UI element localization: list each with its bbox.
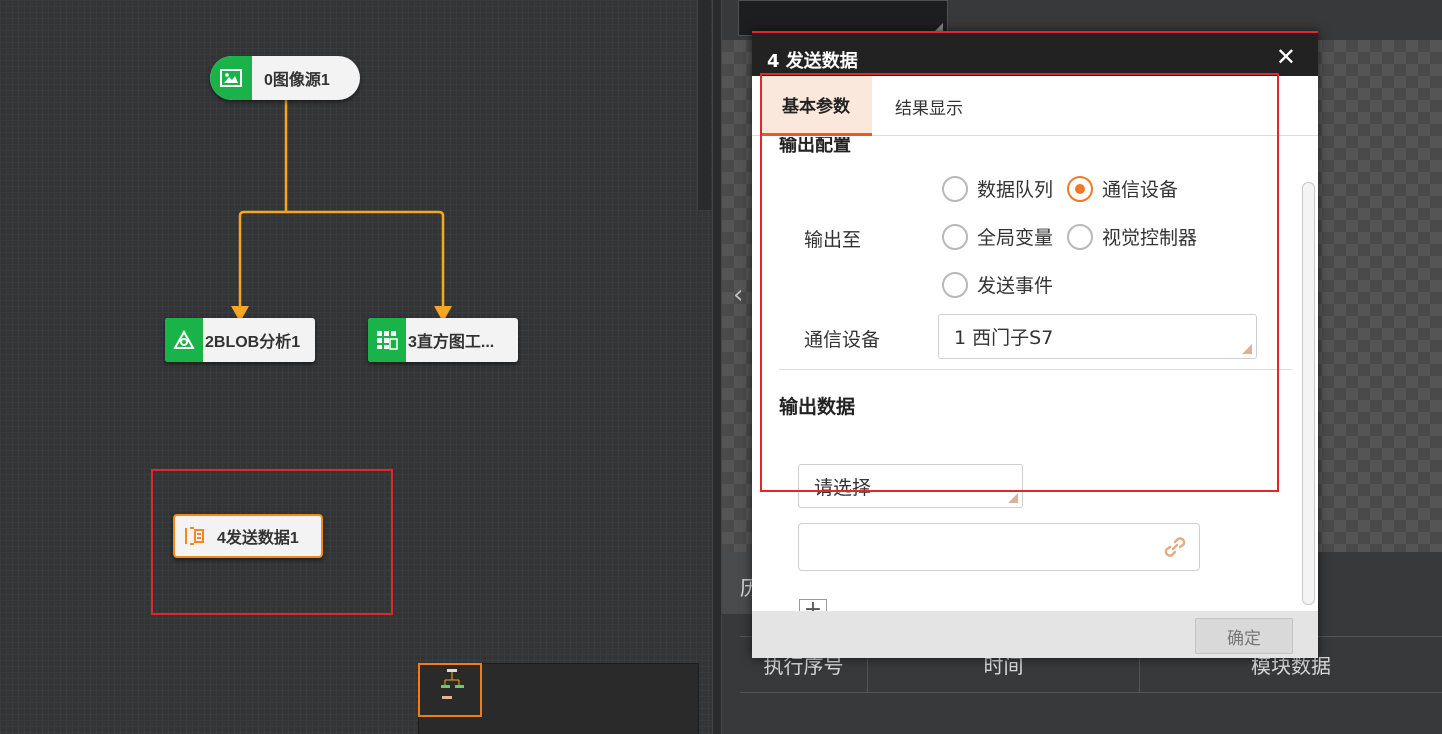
connector-lines [231,100,452,322]
canvas-scrollbar[interactable] [697,0,711,210]
node-blob-analysis[interactable]: 2BLOB分析1 [165,318,315,362]
output-data-input[interactable] [798,523,1200,571]
minimap-viewport[interactable] [418,663,482,717]
tab-basic-params[interactable]: 基本参数 [760,76,872,136]
node-label: 3直方图工... [408,334,495,351]
radio-label: 全局变量 [977,227,1054,249]
send-data-icon [175,516,215,556]
flow-canvas[interactable]: 0图像源1 2BLOB分析1 3直方图工... 4发送数据1 [0,0,712,734]
divider [779,369,1292,370]
send-data-dialog: 4 发送数据 ✕ 基本参数 结果显示 输出配置 输出至 数据队列 通信设备 全局… [752,31,1318,658]
radio-label: 数据队列 [977,179,1054,201]
radio-label: 发送事件 [977,275,1054,297]
close-icon[interactable]: ✕ [1276,43,1296,71]
comm-device-label: 通信设备 [804,329,881,351]
radio-circle [1067,175,1093,202]
ok-button[interactable]: 确定 [1195,618,1293,654]
add-button[interactable]: + [799,599,827,611]
node-label: 0图像源1 [264,72,330,89]
radio-circle [942,223,968,250]
radio-circle [942,271,968,298]
dialog-title: 4 发送数据 [767,51,858,72]
output-data-heading: 输出数据 [779,396,856,418]
dialog-titlebar[interactable]: 4 发送数据 ✕ [752,31,1318,76]
node-label: 2BLOB分析1 [205,334,301,351]
node-image-source[interactable]: 0图像源1 [210,56,360,100]
radio-send-event[interactable]: 发送事件 [942,271,1053,298]
tab-result-display[interactable]: 结果显示 [872,76,986,136]
panel-splitter[interactable] [712,0,722,734]
blob-icon [165,318,203,362]
radio-vision-controller[interactable]: 视觉控制器 [1067,223,1197,250]
image-icon [210,56,252,100]
node-label: 4发送数据1 [217,530,299,547]
radio-comm-device[interactable]: 通信设备 [1067,175,1178,202]
comm-device-select[interactable]: 1 西门子S7 [938,314,1257,359]
node-send-data[interactable]: 4发送数据1 [173,514,323,558]
section-heading-output-config: 输出配置 [779,137,851,156]
radio-data-queue[interactable]: 数据队列 [942,175,1053,202]
node-histogram-tool[interactable]: 3直方图工... [368,318,518,362]
select-value: 请选择 [814,476,872,499]
histogram-grid-icon [368,318,406,362]
link-icon[interactable] [1162,534,1188,560]
radio-circle [942,175,968,202]
app-window: 0图像源1 2BLOB分析1 3直方图工... 4发送数据1 ‹ 历 执行序号 … [0,0,1442,734]
chevron-left-icon[interactable]: ‹ [733,280,743,310]
radio-global-variable[interactable]: 全局变量 [942,223,1053,250]
dialog-body: 输出配置 输出至 数据队列 通信设备 全局变量 视觉控制器 发送事件 通信设备 … [752,137,1318,611]
select-value: 1 西门子S7 [954,327,1054,349]
radio-label: 视觉控制器 [1102,227,1198,249]
dialog-tabs: 基本参数 结果显示 [752,76,1318,136]
radio-label: 通信设备 [1102,179,1179,201]
dialog-scrollbar[interactable] [1302,182,1315,605]
dialog-footer: 确定 [752,611,1318,658]
radio-circle [1067,223,1093,250]
output-to-label: 输出至 [804,229,862,251]
output-data-select[interactable]: 请选择 [798,464,1023,508]
